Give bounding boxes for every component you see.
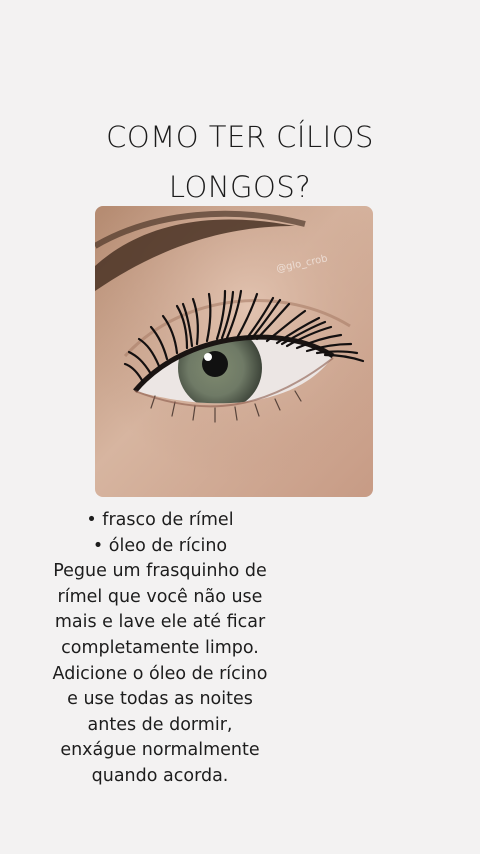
text-line: Adicione o óleo de rícino [52, 663, 268, 684]
bullet-item: • frasco de rímel [86, 510, 234, 530]
text-line: mais e lave ele até ficar [54, 612, 266, 633]
title-line-1: COMO TER CÍLIOS [106, 120, 374, 154]
text-line: e use todas as noites [67, 689, 253, 710]
text-line: Pegue um frasquinho de [53, 561, 267, 582]
text-line: rímel que você não use [57, 586, 263, 607]
text-line: quando acorda. [91, 765, 229, 786]
eye-lashes-photo: @glo_crob [95, 206, 373, 497]
bullet-item: • óleo de rícino [92, 535, 228, 556]
instructions-text: • frasco de rímel • óleo de rícino Pegue… [30, 508, 290, 790]
title-line-2: LONGOS? [168, 170, 312, 204]
text-line: antes de dormir, [87, 714, 233, 735]
page-title: COMO TER CÍLIOS LONGOS? [0, 112, 480, 212]
text-line: completamente limpo. [61, 637, 259, 658]
text-line: enxágue normalmente [60, 740, 260, 761]
